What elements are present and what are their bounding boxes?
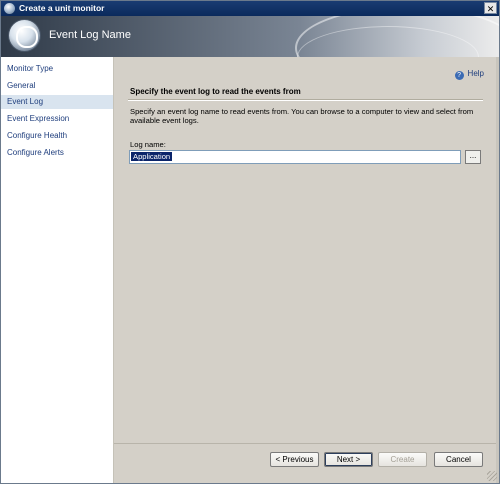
section-description: Specify an event log name to read events… [130,107,474,125]
title-bar: Create a unit monitor ✕ [1,1,499,16]
wizard-logo-ring [16,26,38,48]
resize-grip-icon[interactable] [487,471,497,481]
section-title: Specify the event log to read the events… [130,87,301,96]
close-button[interactable]: ✕ [484,2,497,14]
browse-button[interactable]: ... [465,150,481,164]
page-header: Event Log Name [1,16,499,57]
window-title: Create a unit monitor [19,3,105,13]
log-name-input[interactable]: Application [129,150,461,164]
create-button[interactable]: Create [378,452,427,467]
wizard-steps-sidebar: Monitor Type General Event Log Event Exp… [1,57,114,483]
sidebar-item-configure-alerts[interactable]: Configure Alerts [1,146,113,160]
help-label: Help [467,69,484,78]
page-title: Event Log Name [49,29,131,41]
log-name-label: Log name: [130,140,166,149]
section-divider [128,99,483,101]
main-content: ? Help Specify the event log to read the … [114,57,499,443]
window-edge [496,57,499,483]
sidebar-item-configure-health[interactable]: Configure Health [1,129,113,143]
sidebar-item-general[interactable]: General [1,79,113,93]
help-link[interactable]: ? Help [454,69,484,80]
previous-button[interactable]: < Previous [270,452,319,467]
sidebar-item-event-log[interactable]: Event Log [1,95,113,109]
sidebar-item-event-expression[interactable]: Event Expression [1,112,113,126]
help-icon: ? [454,71,464,80]
cancel-button[interactable]: Cancel [434,452,483,467]
app-icon [4,3,15,14]
wizard-footer: < Previous Next > Create Cancel [114,443,499,483]
log-name-value: Application [131,152,173,161]
dialog-window: Create a unit monitor ✕ Event Log Name M… [0,0,500,484]
next-button[interactable]: Next > [324,452,373,467]
sidebar-item-monitor-type[interactable]: Monitor Type [1,62,113,76]
